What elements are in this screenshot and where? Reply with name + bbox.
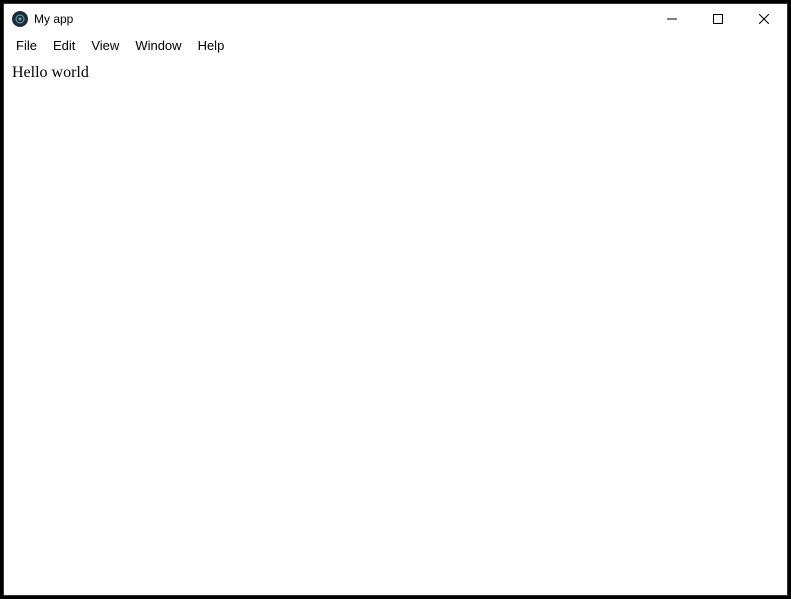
- window-title: My app: [34, 12, 73, 26]
- menu-help[interactable]: Help: [190, 36, 233, 55]
- minimize-button[interactable]: [649, 4, 695, 34]
- menubar: File Edit View Window Help: [4, 34, 787, 56]
- minimize-icon: [667, 14, 677, 24]
- content-area: Hello world: [4, 56, 787, 595]
- titlebar[interactable]: My app: [4, 4, 787, 34]
- menu-file[interactable]: File: [8, 36, 45, 55]
- app-icon: [12, 11, 28, 27]
- content-text: Hello world: [12, 64, 89, 81]
- menu-edit[interactable]: Edit: [45, 36, 83, 55]
- app-window: My app File Edit View Window Help Hello …: [3, 3, 788, 596]
- close-icon: [759, 14, 769, 24]
- menu-view[interactable]: View: [83, 36, 127, 55]
- window-controls: [649, 4, 787, 34]
- maximize-button[interactable]: [695, 4, 741, 34]
- maximize-icon: [713, 14, 723, 24]
- menu-window[interactable]: Window: [127, 36, 189, 55]
- close-button[interactable]: [741, 4, 787, 34]
